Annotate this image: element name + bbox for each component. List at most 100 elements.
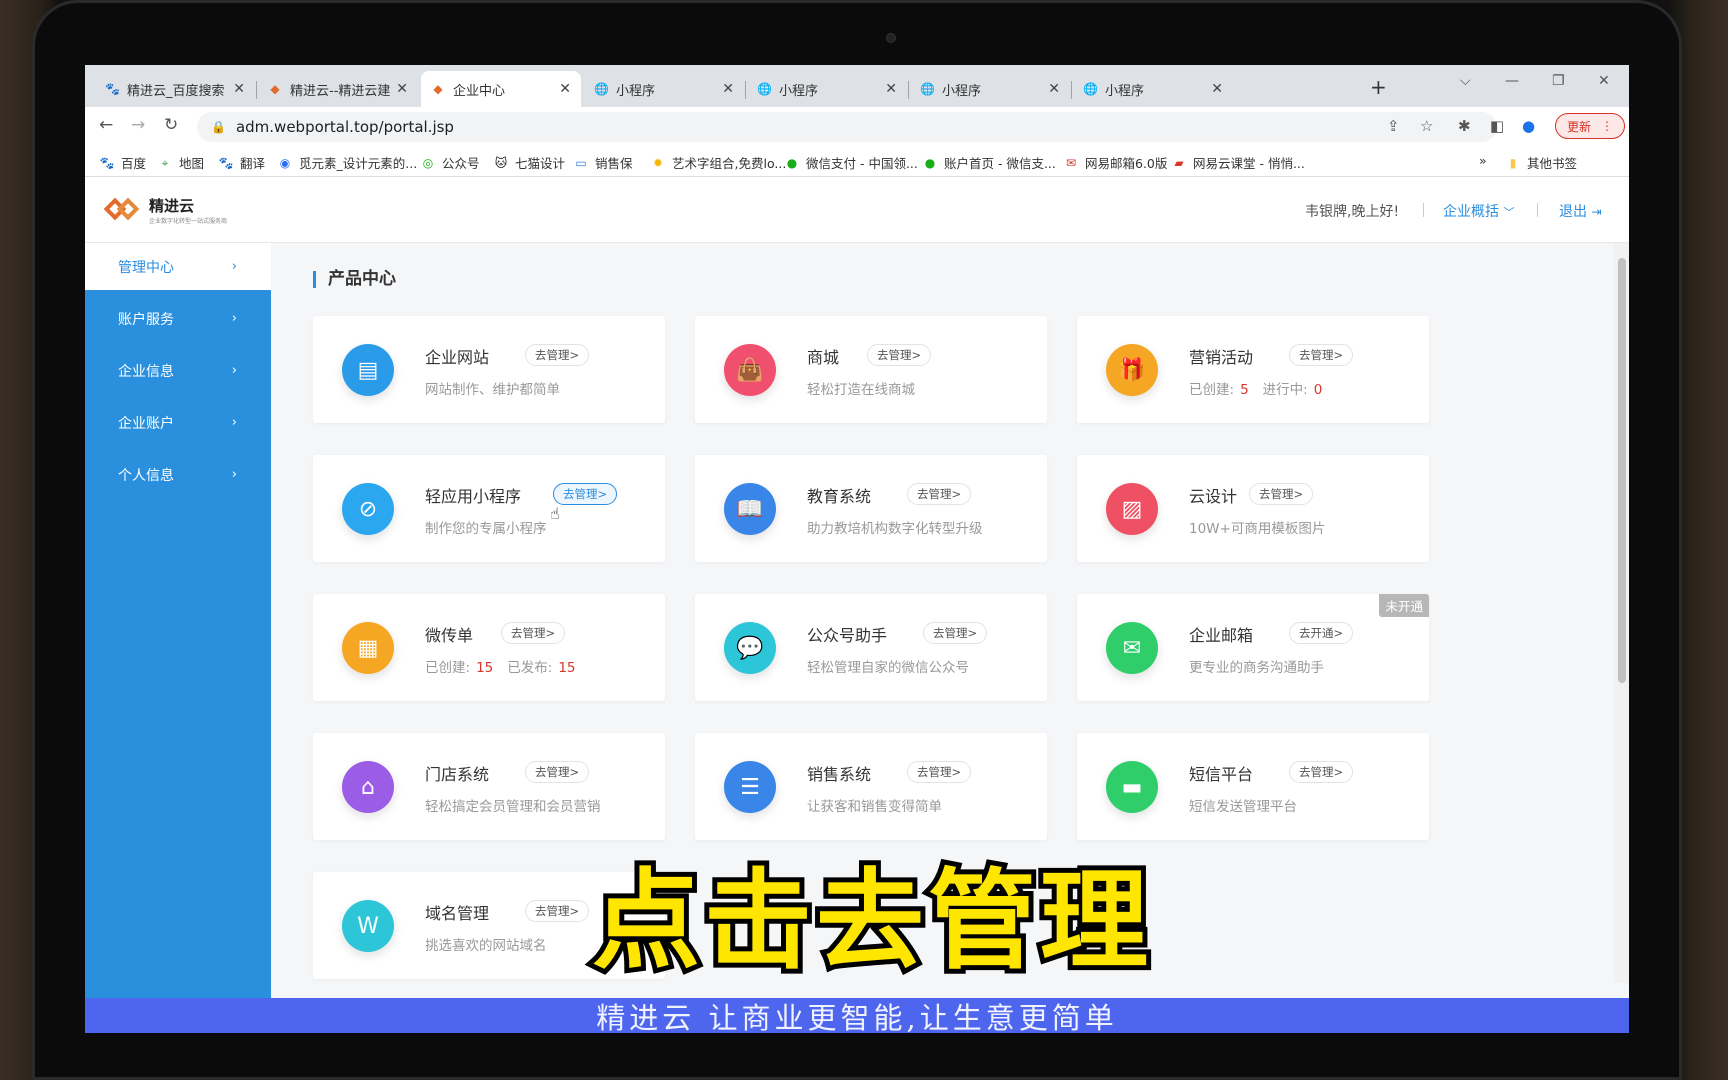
- address-bar[interactable]: 🔒 adm.webportal.top/portal.jsp: [197, 112, 1497, 142]
- bookmark-label: 网易邮箱6.0版: [1085, 156, 1168, 171]
- bookmarks-overflow-button[interactable]: »: [1479, 153, 1487, 168]
- product-name: 营销活动: [1189, 348, 1254, 367]
- close-tab-icon[interactable]: ✕: [885, 81, 897, 97]
- back-icon[interactable]: ←: [99, 115, 113, 135]
- manage-button[interactable]: 去管理>: [907, 761, 972, 783]
- close-tab-icon[interactable]: ✕: [559, 81, 571, 97]
- share-icon[interactable]: ⇪: [1387, 117, 1400, 135]
- site-logo[interactable]: 精进云 企业数字化转型一站式服务商: [103, 195, 227, 225]
- profile-avatar-icon[interactable]: ●: [1522, 117, 1535, 135]
- manage-button[interactable]: 去管理>: [553, 483, 618, 505]
- manage-button[interactable]: 去管理>: [525, 761, 590, 783]
- product-description: 让获客和销售变得简单: [807, 799, 942, 815]
- stat-label: 进行中:: [1262, 382, 1308, 398]
- product-card[interactable]: ☰ 销售系统 去管理> 让获客和销售变得简单: [695, 733, 1047, 840]
- chevron-right-icon: ›: [231, 467, 237, 482]
- product-card[interactable]: ⊘ 轻应用小程序 去管理> 制作您的专属小程序: [313, 455, 665, 562]
- tab-search-icon[interactable]: ⌵: [1460, 73, 1471, 89]
- bookmark-item[interactable]: 🐾 翻译: [218, 153, 266, 172]
- tab-6[interactable]: 🌐 小程序 ✕: [1073, 71, 1233, 107]
- manage-button[interactable]: 去管理>: [525, 900, 590, 922]
- close-tab-icon[interactable]: ✕: [1048, 81, 1060, 97]
- product-card[interactable]: 👜 商城 去管理> 轻松打造在线商城: [695, 316, 1047, 423]
- close-window-button[interactable]: ✕: [1598, 73, 1610, 89]
- sidebar-item-0[interactable]: 管理中心 ›: [85, 243, 271, 290]
- logout-link[interactable]: 退出 ⇥: [1559, 201, 1602, 221]
- wechat-mp-icon: ◎: [422, 155, 434, 170]
- forward-icon[interactable]: →: [131, 115, 145, 135]
- bookmark-label: 翻译: [240, 156, 266, 171]
- tab-4[interactable]: 🌐 小程序 ✕: [747, 71, 907, 107]
- bookmark-label: 百度: [121, 156, 147, 171]
- manage-button[interactable]: 去管理>: [1289, 761, 1354, 783]
- product-card[interactable]: ▬ 短信平台 去管理> 短信发送管理平台: [1077, 733, 1429, 840]
- bookmark-item[interactable]: ● 账户首页 - 微信支...: [922, 153, 1056, 172]
- minimize-button[interactable]: —: [1505, 73, 1519, 89]
- globe-icon: 🌐: [1083, 82, 1098, 96]
- bookmark-item[interactable]: ▰ 网易云课堂 - 悄悄...: [1171, 153, 1305, 172]
- bookmark-item[interactable]: ◎ 公众号: [420, 153, 480, 172]
- stat-value: 15: [558, 660, 576, 676]
- baidu-paw-icon: 🐾: [99, 155, 115, 170]
- bookmark-item[interactable]: ▭ 销售保: [573, 153, 632, 172]
- extensions-icon[interactable]: ✱: [1458, 117, 1471, 135]
- new-tab-button[interactable]: +: [1370, 75, 1387, 99]
- tab-1[interactable]: ◆ 精进云--精进云建站 ✕: [258, 71, 418, 107]
- bookmark-item[interactable]: ✉ 网易邮箱6.0版: [1063, 153, 1167, 172]
- sidebar-item-2[interactable]: 企业信息 ›: [85, 347, 271, 394]
- enterprise-overview-link[interactable]: 企业概括 ﹀: [1443, 201, 1514, 221]
- chevron-right-icon: ›: [231, 363, 237, 378]
- product-name: 企业网站: [425, 348, 490, 367]
- manage-button[interactable]: 去管理>: [923, 622, 988, 644]
- tab-5[interactable]: 🌐 小程序 ✕: [910, 71, 1070, 107]
- bookmark-star-icon[interactable]: ☆: [1420, 117, 1433, 135]
- netease-class-icon: ▰: [1174, 155, 1184, 170]
- close-tab-icon[interactable]: ✕: [1211, 81, 1223, 97]
- product-description: 挑选喜欢的网站域名: [425, 938, 547, 954]
- product-card[interactable]: ⌂ 门店系统 去管理> 轻松搞定会员管理和会员营销: [313, 733, 665, 840]
- product-card[interactable]: ✉ 企业邮箱 去开通> 更专业的商务沟通助手 未开通: [1077, 594, 1429, 701]
- page-scrollbar[interactable]: [1614, 243, 1629, 983]
- manage-button[interactable]: 去管理>: [867, 344, 932, 366]
- browser-toolbar: ← → ↻ 🔒 adm.webportal.top/portal.jsp ⇪ ☆…: [85, 107, 1629, 147]
- product-card[interactable]: 💬 公众号助手 去管理> 轻松管理自家的微信公众号: [695, 594, 1047, 701]
- scrollbar-thumb[interactable]: [1618, 258, 1626, 683]
- product-card[interactable]: ▦ 微传单 去管理> 已创建: 15 已发布: 15: [313, 594, 665, 701]
- product-card[interactable]: ▤ 企业网站 去管理> 网站制作、维护都简单: [313, 316, 665, 423]
- product-card[interactable]: ▨ 云设计 去管理> 10W+可商用模板图片: [1077, 455, 1429, 562]
- close-tab-icon[interactable]: ✕: [233, 81, 245, 97]
- bookmark-item[interactable]: 🐱 七猫设计: [493, 153, 565, 172]
- manage-button[interactable]: 去管理>: [525, 344, 590, 366]
- restore-button[interactable]: ❐: [1552, 73, 1565, 89]
- activate-button[interactable]: 去开通>: [1289, 622, 1354, 644]
- close-tab-icon[interactable]: ✕: [722, 81, 734, 97]
- product-card[interactable]: 🎁 营销活动 去管理> 已创建: 5 进行中: 0: [1077, 316, 1429, 423]
- baidu-paw-icon: 🐾: [105, 82, 120, 96]
- sidebar-item-3[interactable]: 企业账户 ›: [85, 399, 271, 446]
- chat-bubble-icon: ▭: [575, 155, 587, 170]
- sidebar-item-1[interactable]: 账户服务 ›: [85, 295, 271, 342]
- sidebar-item-4[interactable]: 个人信息 ›: [85, 451, 271, 498]
- tab-0[interactable]: 🐾 精进云_百度搜索 ✕: [95, 71, 255, 107]
- product-card[interactable]: 📖 教育系统 去管理> 助力教培机构数字化转型升级: [695, 455, 1047, 562]
- store-icon: ⌂: [342, 761, 394, 813]
- close-tab-icon[interactable]: ✕: [396, 81, 408, 97]
- manage-button[interactable]: 去管理>: [501, 622, 566, 644]
- tab-3[interactable]: 🌐 小程序 ✕: [584, 71, 744, 107]
- tab-2[interactable]: ◆ 企业中心 ✕: [421, 71, 581, 107]
- bookmark-item[interactable]: ◉ 觅元素_设计元素的...: [277, 153, 417, 172]
- update-button[interactable]: 更新 ⋮: [1555, 113, 1625, 139]
- flyer-icon: ▦: [342, 622, 394, 674]
- other-bookmarks-folder[interactable]: ▮ 其他书签: [1505, 153, 1577, 172]
- product-description: 已创建: 5 进行中: 0: [1189, 378, 1336, 398]
- bookmark-item[interactable]: 🐾 百度: [99, 153, 147, 172]
- side-panel-icon[interactable]: ◧: [1490, 117, 1504, 135]
- manage-button[interactable]: 去管理>: [907, 483, 972, 505]
- manage-button[interactable]: 去管理>: [1249, 483, 1314, 505]
- sidebar: 管理中心 › 账户服务 › 企业信息 › 企业账户 › 个人信息 ›: [85, 243, 271, 1033]
- reload-icon[interactable]: ↻: [164, 115, 178, 135]
- bookmark-item[interactable]: ⌖ 地图: [157, 153, 204, 172]
- manage-button[interactable]: 去管理>: [1289, 344, 1354, 366]
- bookmark-item[interactable]: ✹ 艺术字组合,免费lo...: [650, 153, 786, 172]
- bookmark-item[interactable]: ● 微信支付 - 中国领...: [784, 153, 918, 172]
